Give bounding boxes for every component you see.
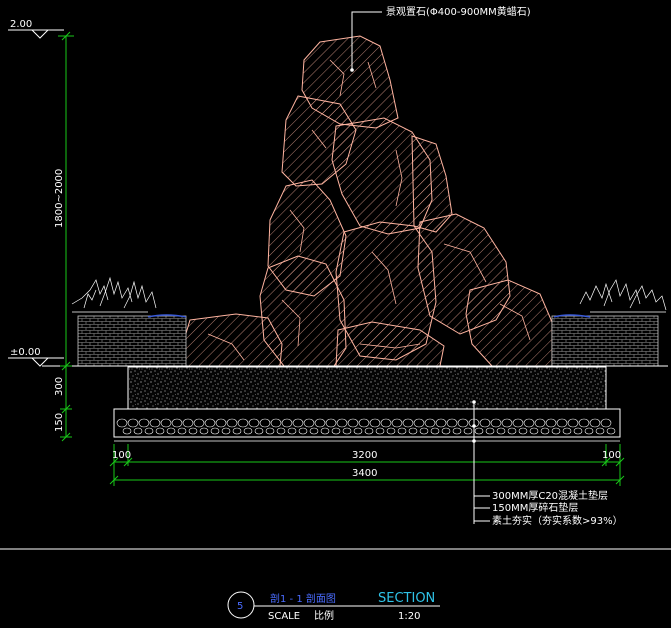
- level-marker-top: [8, 29, 64, 39]
- dim-inner-width: 3200: [352, 450, 377, 461]
- level-ground-label: ±0.00: [10, 347, 41, 358]
- dim-gravel: 150: [54, 413, 65, 432]
- scale-value: 1:20: [398, 611, 420, 622]
- dim-height: 1800~2000: [54, 169, 65, 228]
- concrete-layer: [127, 366, 607, 410]
- rock-formation: [181, 35, 553, 367]
- grass-right: [579, 279, 667, 313]
- section-name: 剖1 - 1 剖面图: [270, 592, 336, 605]
- leader-dot-rock: [350, 68, 354, 72]
- dim-right-margin: 100: [602, 450, 621, 461]
- soil-bed-left: [77, 315, 187, 367]
- level-marker-ground: [8, 357, 64, 367]
- level-top-label: 2.00: [10, 19, 32, 30]
- leader-dot-concrete: [472, 400, 476, 404]
- section-drawing: 2.00 ±0.00 1800~2000 300 150 100 3200 10…: [0, 5, 671, 622]
- callout-rock: 景观置石(Φ400-900MM黄蜡石): [386, 5, 531, 18]
- section-number: 5: [237, 601, 243, 612]
- dim-total-width: 3400: [352, 468, 377, 479]
- dim-concrete: 300: [54, 377, 65, 396]
- grass-left: [71, 276, 157, 313]
- leader-dot-gravel: [472, 424, 476, 428]
- scale-label: SCALE: [268, 611, 300, 622]
- dim-left-margin: 100: [112, 450, 131, 461]
- scale-cn: 比例: [314, 609, 334, 622]
- callout-soil: 素土夯实（夯实系数>93%）: [492, 514, 623, 527]
- callout-concrete: 300MM厚C20混凝土垫层: [492, 489, 608, 502]
- rock-far-left: [181, 313, 283, 367]
- title-block: 5 剖1 - 1 剖面图 SECTION SCALE 比例 1:20: [227, 591, 440, 622]
- soil-bed-right: [551, 315, 659, 367]
- leader-dot-soil: [472, 439, 476, 443]
- section-type: SECTION: [378, 591, 435, 606]
- rock-right-low: [465, 279, 553, 367]
- callout-gravel: 150MM厚碎石垫层: [492, 501, 578, 514]
